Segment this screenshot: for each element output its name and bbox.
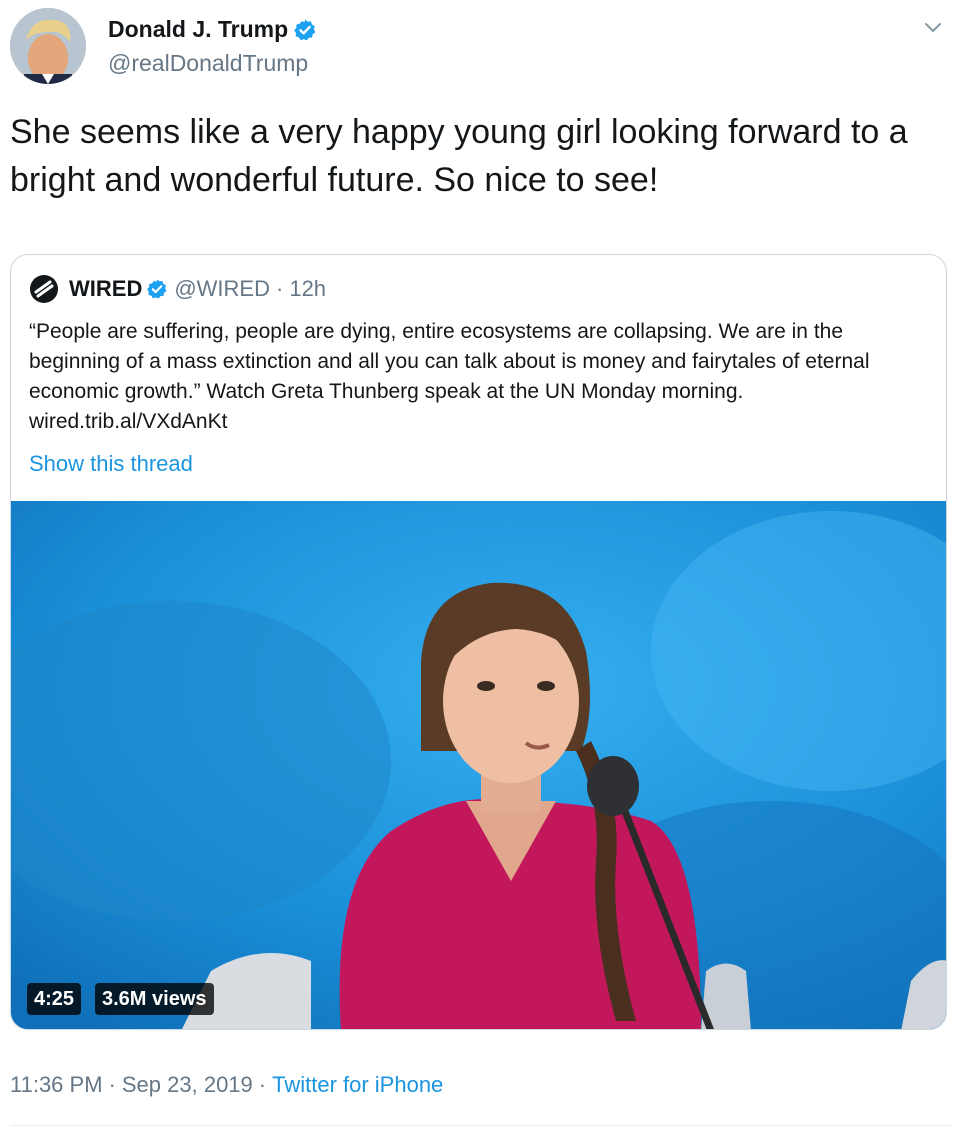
quoted-tweet[interactable]: WIRED @WIRED · 12h “People are suffering…	[10, 254, 947, 1030]
quoted-timestamp[interactable]: 12h	[289, 276, 326, 302]
quoted-display-name[interactable]: WIRED	[69, 276, 142, 302]
video-player[interactable]: 4:25 3.6M views	[11, 501, 946, 1029]
tweet-source-link[interactable]: Twitter for iPhone	[272, 1072, 443, 1098]
video-views-badge: 3.6M views	[95, 983, 214, 1015]
video-thumbnail	[11, 501, 946, 1029]
quoted-tweet-text: “People are suffering, people are dying,…	[29, 320, 870, 433]
video-duration-badge: 4:25	[27, 983, 82, 1015]
author-handle[interactable]: @realDonaldTrump	[108, 50, 308, 77]
meta-separator: ·	[258, 1072, 267, 1097]
tweet-card: Donald J. Trump @realDonaldTrump She see…	[0, 0, 962, 1129]
author-name-row: Donald J. Trump	[108, 16, 317, 43]
tweet-time[interactable]: 11:36 PM	[10, 1072, 103, 1098]
chevron-down-icon[interactable]	[922, 16, 944, 38]
meta-separator: ·	[108, 1072, 116, 1097]
wired-logo-icon	[30, 275, 58, 303]
tweet-date[interactable]: Sep 23, 2019	[122, 1072, 253, 1098]
quoted-separator: ·	[276, 276, 284, 301]
show-thread-link[interactable]: Show this thread	[29, 451, 193, 477]
tweet-text: She seems like a very happy young girl l…	[10, 113, 908, 199]
quoted-tweet-header: WIRED @WIRED · 12h	[29, 273, 326, 305]
verified-badge-icon	[147, 279, 167, 299]
tweet-metadata: 11:36 PM · Sep 23, 2019 · Twitter for iP…	[10, 1072, 443, 1098]
quoted-handle[interactable]: @WIRED	[174, 276, 270, 302]
author-avatar[interactable]	[10, 8, 86, 84]
bottom-divider	[10, 1125, 952, 1126]
avatar-image	[10, 8, 86, 84]
author-display-name[interactable]: Donald J. Trump	[108, 16, 288, 43]
verified-badge-icon	[294, 19, 316, 40]
